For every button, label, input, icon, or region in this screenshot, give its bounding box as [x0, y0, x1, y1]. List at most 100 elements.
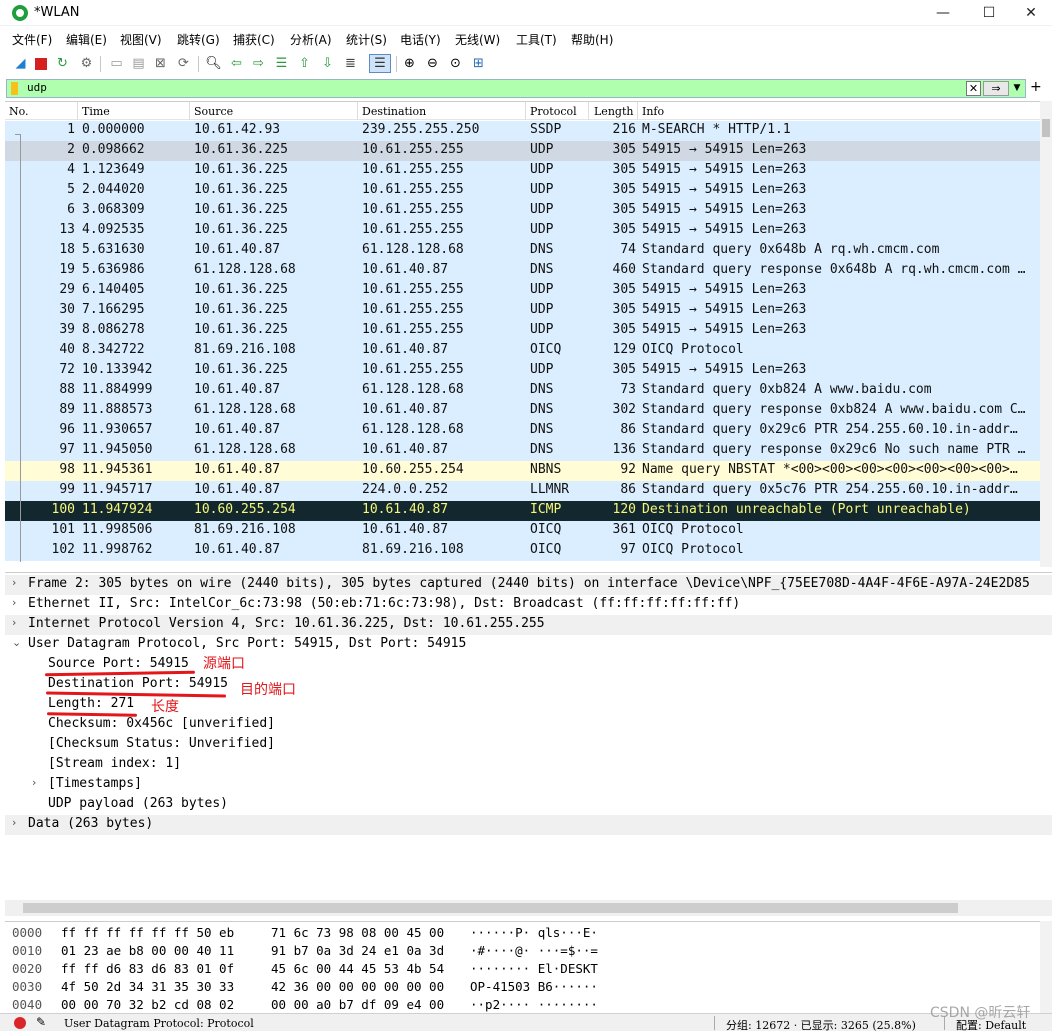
detail-layer[interactable]: › Frame 2: 305 bytes on wire (2440 bits),… — [5, 575, 1052, 595]
packet-row[interactable]: 29 6.140405 10.61.36.225 10.61.255.255 UDP 30… — [5, 281, 1040, 301]
filter-text[interactable]: udp — [27, 81, 47, 94]
add-filter-button[interactable]: + — [1030, 79, 1042, 95]
column-destination[interactable]: Destination — [362, 105, 426, 118]
save-icon[interactable]: ▤ — [130, 55, 147, 72]
packet-row[interactable]: 100 11.947924 10.60.255.254 10.61.40.87 ICMP… — [5, 501, 1040, 521]
menu-tools[interactable]: 工具(T) — [516, 31, 557, 48]
menu-go[interactable]: 跳转(G) — [177, 31, 220, 48]
chevron-right-icon[interactable]: › — [12, 596, 16, 609]
find-icon[interactable]: 🔍︎ — [205, 55, 222, 72]
packet-row[interactable]: 40 8.342722 81.69.216.108 10.61.40.87 OICQ 12… — [5, 341, 1040, 361]
detail-layer[interactable]: ⌄ User Datagram Protocol, Src Port: 54915… — [5, 635, 1052, 655]
display-filter-input[interactable]: udp ✕ ⇒ ▼ — [6, 79, 1026, 98]
packet-row[interactable]: 19 5.636986 61.128.128.68 10.61.40.87 DNS 460… — [5, 261, 1040, 281]
detail-layer[interactable]: › Data (263 bytes) — [5, 815, 1052, 835]
reload-icon[interactable]: ⟳ — [175, 55, 192, 72]
bytes-row[interactable]: 0020 ff ff d6 83 d6 83 01 0f 45 6c 00 44 4… — [5, 961, 1035, 979]
packet-row[interactable]: 96 11.930657 10.61.40.87 61.128.128.68 DNS 86… — [5, 421, 1040, 441]
forward-icon[interactable]: ⇨ — [250, 55, 267, 72]
chevron-right-icon[interactable]: › — [12, 816, 16, 829]
packet-row[interactable]: 1 0.000000 10.61.42.93 239.255.255.250 SSDP 2… — [5, 121, 1040, 141]
packet-row[interactable]: 101 11.998506 81.69.216.108 10.61.40.87 OICQ… — [5, 521, 1040, 541]
resize-columns-icon[interactable]: ⊞ — [470, 55, 487, 72]
detail-field[interactable]: [Checksum Status: Unverified] — [5, 735, 1052, 755]
menu-telephony[interactable]: 电话(Y) — [400, 31, 441, 48]
menu-wireless[interactable]: 无线(W) — [455, 31, 500, 48]
detail-layer[interactable]: › Internet Protocol Version 4, Src: 10.61… — [5, 615, 1052, 635]
menu-analyze[interactable]: 分析(A) — [290, 31, 332, 48]
bytes-row[interactable]: 0000 ff ff ff ff ff ff 50 eb 71 6c 73 98 0… — [5, 925, 1035, 943]
expert-info-icon[interactable] — [14, 1017, 26, 1029]
last-icon[interactable]: ⇩ — [319, 55, 336, 72]
back-icon[interactable]: ⇦ — [228, 55, 245, 72]
first-icon[interactable]: ⇧ — [296, 55, 313, 72]
colorize-icon[interactable]: ☰ — [369, 54, 391, 73]
minimize-button[interactable]: — — [920, 0, 966, 26]
menu-edit[interactable]: 编辑(E) — [66, 31, 107, 48]
zoom-reset-icon[interactable]: ⊙ — [447, 55, 464, 72]
edit-comment-icon[interactable]: ✎ — [36, 1015, 46, 1029]
chevron-down-icon[interactable]: ⌄ — [12, 636, 21, 649]
bytes-row[interactable]: 0030 4f 50 2d 34 31 35 30 33 42 36 00 00 0… — [5, 979, 1035, 997]
autoscroll-icon[interactable]: ≣ — [342, 55, 359, 72]
close-window-button[interactable]: ✕ — [1008, 0, 1052, 26]
column-no[interactable]: No. — [9, 105, 29, 118]
close-file-icon[interactable]: ⊠ — [152, 55, 169, 72]
goto-icon[interactable]: ☰ — [273, 55, 290, 72]
column-source[interactable]: Source — [194, 105, 233, 118]
column-protocol[interactable]: Protocol — [530, 105, 577, 118]
chevron-down-icon[interactable]: ▼ — [1011, 81, 1023, 96]
packet-row[interactable]: 4 1.123649 10.61.36.225 10.61.255.255 UDP 305… — [5, 161, 1040, 181]
packet-row[interactable]: 89 11.888573 61.128.128.68 10.61.40.87 DNS 30… — [5, 401, 1040, 421]
packet-row[interactable]: 2 0.098662 10.61.36.225 10.61.255.255 UDP 305… — [5, 141, 1040, 161]
packet-row[interactable]: 30 7.166295 10.61.36.225 10.61.255.255 UDP 30… — [5, 301, 1040, 321]
packet-list[interactable]: No. Time Source Destination Protocol Len… — [5, 101, 1052, 567]
column-length[interactable]: Length — [594, 105, 633, 118]
packet-row[interactable]: 97 11.945050 61.128.128.68 10.61.40.87 DNS 13… — [5, 441, 1040, 461]
menu-file[interactable]: 文件(F) — [12, 31, 52, 48]
options-icon[interactable]: ⚙ — [78, 55, 95, 72]
packet-row[interactable]: 99 11.945717 10.61.40.87 224.0.0.252 LLMNR 86… — [5, 481, 1040, 501]
bookmark-icon[interactable] — [11, 82, 18, 95]
packet-list-scrollbar[interactable] — [1040, 101, 1052, 567]
apply-filter-button[interactable]: ⇒ — [983, 81, 1009, 96]
shark-fin-icon[interactable]: ◢ — [12, 55, 29, 72]
detail-field[interactable]: [Stream index: 1] — [5, 755, 1052, 775]
menu-statistics[interactable]: 统计(S) — [346, 31, 387, 48]
packet-row[interactable]: 18 5.631630 10.61.40.87 61.128.128.68 DNS 74 S… — [5, 241, 1040, 261]
packet-row[interactable]: 13 4.092535 10.61.36.225 10.61.255.255 UDP 30… — [5, 221, 1040, 241]
detail-field[interactable]: › [Timestamps] — [5, 775, 1052, 795]
detail-layer[interactable]: › Ethernet II, Src: IntelCor_6c:73:98 (50… — [5, 595, 1052, 615]
chevron-right-icon[interactable]: › — [12, 576, 16, 589]
stop-icon[interactable] — [32, 55, 49, 72]
detail-field[interactable]: Destination Port: 54915 — [5, 675, 1052, 695]
chevron-right-icon[interactable]: › — [12, 616, 16, 629]
detail-field[interactable]: Checksum: 0x456c [unverified] — [5, 715, 1052, 735]
detail-field[interactable]: UDP payload (263 bytes) — [5, 795, 1052, 815]
packet-row[interactable]: 98 11.945361 10.61.40.87 10.60.255.254 NBNS 9… — [5, 461, 1040, 481]
maximize-button[interactable]: ☐ — [966, 0, 1012, 26]
packet-details[interactable]: › Frame 2: 305 bytes on wire (2440 bits),… — [5, 572, 1052, 900]
packet-row[interactable]: 6 3.068309 10.61.36.225 10.61.255.255 UDP 305… — [5, 201, 1040, 221]
packet-row[interactable]: 5 2.044020 10.61.36.225 10.61.255.255 UDP 305… — [5, 181, 1040, 201]
packet-row[interactable]: 88 11.884999 10.61.40.87 61.128.128.68 DNS 73… — [5, 381, 1040, 401]
zoom-in-icon[interactable]: ⊕ — [401, 55, 418, 72]
packet-bytes[interactable]: 0000 ff ff ff ff ff ff 50 eb 71 6c 73 98 0… — [5, 921, 1052, 1013]
packet-row[interactable]: 102 11.998762 10.61.40.87 81.69.216.108 OICQ… — [5, 541, 1040, 561]
menu-help[interactable]: 帮助(H) — [571, 31, 613, 48]
chevron-right-icon[interactable]: › — [32, 776, 36, 789]
clear-filter-button[interactable]: ✕ — [966, 81, 981, 96]
column-info[interactable]: Info — [642, 105, 664, 118]
packet-row[interactable]: 72 10.133942 10.61.36.225 10.61.255.255 UDP 3… — [5, 361, 1040, 381]
restart-icon[interactable]: ↻ — [54, 55, 71, 72]
bytes-scrollbar[interactable] — [1040, 921, 1052, 1013]
packet-row[interactable]: 39 8.086278 10.61.36.225 10.61.255.255 UDP 30… — [5, 321, 1040, 341]
menu-view[interactable]: 视图(V) — [120, 31, 162, 48]
menu-capture[interactable]: 捕获(C) — [233, 31, 275, 48]
zoom-out-icon[interactable]: ⊖ — [424, 55, 441, 72]
open-icon[interactable]: ▭ — [108, 55, 125, 72]
bytes-row[interactable]: 0010 01 23 ae b8 00 00 40 11 91 b7 0a 3d 2… — [5, 943, 1035, 961]
bytes-row[interactable]: 0040 00 00 70 32 b2 cd 08 02 00 00 a0 b7 d… — [5, 997, 1035, 1013]
details-horizontal-scrollbar[interactable] — [5, 900, 1052, 916]
column-time[interactable]: Time — [82, 105, 110, 118]
